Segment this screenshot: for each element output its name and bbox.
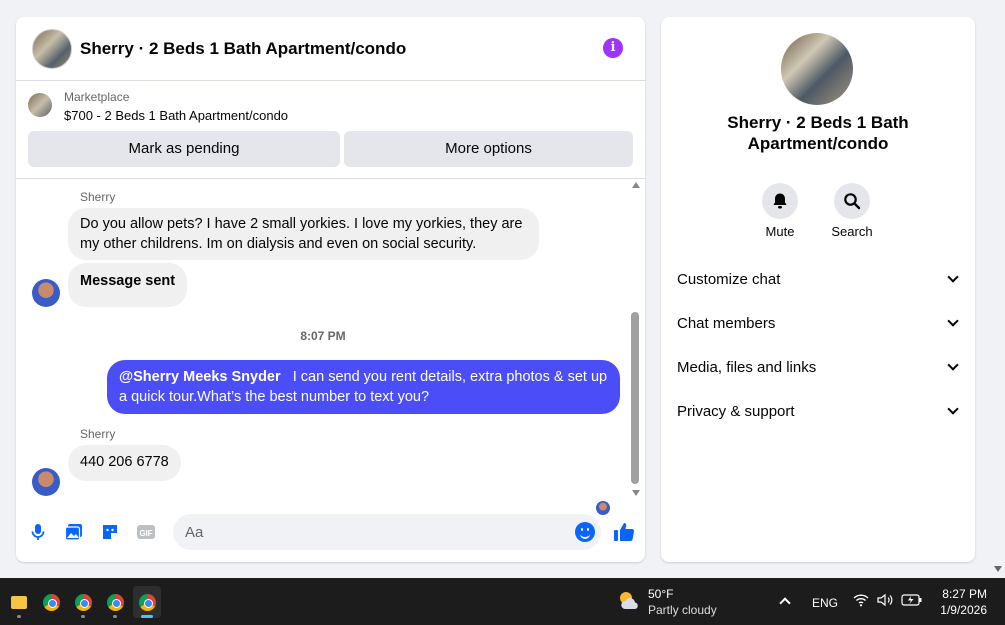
message-timestamp: 8:07 PM: [300, 329, 346, 343]
chat-title[interactable]: Sherry · 2 Beds 1 Bath Apartment/condo: [80, 39, 406, 59]
mute-label: Mute: [765, 224, 795, 239]
search-action[interactable]: Search: [822, 183, 882, 239]
chrome-icon: [74, 593, 92, 611]
conversation-info-panel: Sherry · 2 Beds 1 Bath Apartment/condo M…: [661, 17, 975, 562]
chrome-icon: [106, 593, 124, 611]
outgoing-message-bubble[interactable]: @Sherry Meeks Snyder I can send you rent…: [107, 360, 620, 414]
thumbs-up-icon[interactable]: [613, 521, 635, 542]
scroll-up-arrow-icon[interactable]: [632, 182, 640, 188]
listing-avatar[interactable]: [32, 28, 72, 69]
section-label: Customize chat: [677, 270, 781, 288]
chrome-icon: [138, 593, 156, 611]
message-bubble[interactable]: Do you allow pets? I have 2 small yorkie…: [68, 208, 539, 260]
chevron-down-icon: [947, 359, 959, 371]
section-media-files-links[interactable]: Media, files and links: [677, 345, 961, 389]
volume-icon[interactable]: [877, 593, 895, 607]
more-options-button[interactable]: More options: [344, 131, 633, 167]
search-label: Search: [831, 224, 873, 239]
taskbar-chrome-profile-2[interactable]: [101, 586, 129, 618]
chat-panel: Sherry · 2 Beds 1 Bath Apartment/condo i…: [16, 17, 645, 562]
message-sender: Sherry: [80, 427, 116, 441]
running-indicator: [81, 615, 85, 618]
message-input[interactable]: [173, 514, 553, 550]
clock-date[interactable]: 1/9/2026: [940, 603, 987, 617]
sender-avatar[interactable]: [32, 279, 60, 307]
message-sender: Sherry: [80, 190, 116, 204]
section-privacy-support[interactable]: Privacy & support: [677, 389, 961, 433]
seen-indicator-avatar: [596, 501, 610, 515]
section-chat-members[interactable]: Chat members: [677, 301, 961, 345]
sticker-icon[interactable]: [100, 522, 120, 542]
message-input-box[interactable]: [173, 514, 601, 550]
clock-time[interactable]: 8:27 PM: [942, 587, 987, 601]
running-indicator: [113, 615, 117, 618]
listing-price-title[interactable]: $700 - 2 Beds 1 Bath Apartment/condo: [64, 108, 288, 123]
weather-temperature[interactable]: 50°F: [648, 587, 673, 601]
page-scroll-down-arrow-icon[interactable]: [994, 566, 1002, 572]
input-language[interactable]: ENG: [812, 596, 838, 610]
gif-icon[interactable]: GIF: [136, 522, 156, 542]
section-customize-chat[interactable]: Customize chat: [677, 257, 961, 301]
section-label: Privacy & support: [677, 402, 795, 420]
weather-description[interactable]: Partly cloudy: [648, 603, 717, 617]
scroll-thumb[interactable]: [631, 312, 639, 484]
image-icon[interactable]: [64, 522, 84, 542]
wifi-icon[interactable]: [853, 593, 869, 607]
message-scrollbar[interactable]: [630, 179, 642, 499]
listing-source: Marketplace: [64, 90, 130, 104]
conversation-title: Sherry · 2 Beds 1 Bath Apartment/condo: [727, 113, 909, 153]
composer: GIF: [16, 514, 645, 554]
chevron-down-icon: [947, 403, 959, 415]
sender-avatar[interactable]: [32, 468, 60, 496]
mention[interactable]: @Sherry Meeks Snyder: [119, 369, 281, 385]
chevron-down-icon: [947, 271, 959, 283]
search-icon[interactable]: [834, 183, 870, 219]
windows-taskbar: 50°F Partly cloudy ENG 8:27 PM 1/9/2026: [0, 578, 1005, 625]
running-indicator: [17, 615, 21, 618]
scroll-down-arrow-icon[interactable]: [632, 490, 640, 496]
listing-banner: Marketplace $700 - 2 Beds 1 Bath Apartme…: [16, 81, 645, 179]
taskbar-file-explorer[interactable]: [5, 586, 33, 618]
message-bubble[interactable]: Message sent: [68, 263, 188, 307]
svg-text:GIF: GIF: [139, 529, 152, 538]
taskbar-chrome-profile-1[interactable]: [69, 586, 97, 618]
mute-action[interactable]: Mute: [750, 183, 810, 239]
show-hidden-icons-chevron-icon[interactable]: [779, 597, 791, 609]
bell-icon[interactable]: [762, 183, 798, 219]
battery-charging-icon[interactable]: [901, 594, 923, 606]
chrome-icon: [42, 593, 60, 611]
emoji-icon[interactable]: [575, 522, 595, 542]
message-bubble[interactable]: 440 206 6778: [68, 445, 181, 481]
folder-icon: [11, 595, 27, 609]
partly-cloudy-icon[interactable]: [617, 589, 641, 611]
section-label: Chat members: [677, 314, 776, 332]
chevron-down-icon: [947, 315, 959, 327]
listing-thumbnail[interactable]: [28, 93, 52, 117]
active-indicator: [141, 615, 153, 618]
section-label: Media, files and links: [677, 358, 817, 376]
profile-avatar[interactable]: [781, 33, 853, 105]
info-icon[interactable]: i: [603, 38, 623, 58]
taskbar-chrome[interactable]: [37, 586, 65, 618]
microphone-icon[interactable]: [28, 522, 48, 542]
mark-as-pending-button[interactable]: Mark as pending: [28, 131, 340, 167]
chat-header: Sherry · 2 Beds 1 Bath Apartment/condo i: [16, 17, 645, 81]
message-list: Sherry Do you allow pets? I have 2 small…: [16, 179, 645, 515]
taskbar-chrome-profile-active[interactable]: [133, 586, 161, 618]
